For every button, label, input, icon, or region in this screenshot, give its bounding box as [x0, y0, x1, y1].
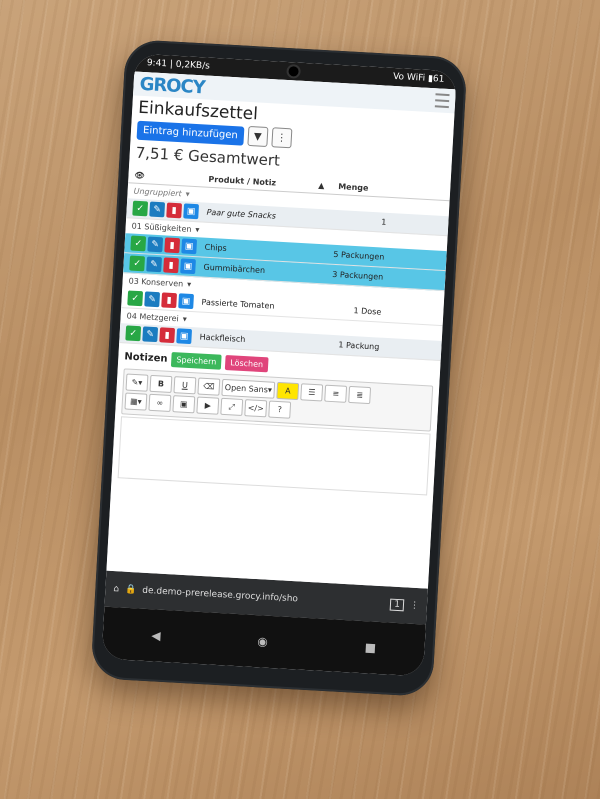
- edit-icon[interactable]: ✎: [147, 236, 164, 253]
- filter-icon[interactable]: ▼: [247, 125, 269, 147]
- lock-icon: 🔒: [124, 584, 137, 596]
- url-field[interactable]: de.demo-prerelease.grocy.info/sho: [142, 586, 385, 610]
- align-icon[interactable]: ≣: [348, 385, 372, 405]
- delete-icon[interactable]: ▮: [164, 237, 181, 254]
- ul-icon[interactable]: ☰: [300, 383, 324, 402]
- sort-icon[interactable]: ▲: [318, 181, 338, 191]
- product-name: Passierte Tomaten: [201, 297, 275, 311]
- eraser-icon[interactable]: ⌫: [197, 377, 221, 396]
- edit-icon[interactable]: ✎: [142, 326, 159, 343]
- delete-icon[interactable]: ▮: [166, 202, 183, 219]
- delete-button[interactable]: Löschen: [224, 355, 269, 373]
- menu-icon[interactable]: [434, 93, 450, 109]
- save-button[interactable]: Speichern: [171, 351, 222, 370]
- eye-icon[interactable]: 👁: [134, 171, 208, 184]
- table-icon[interactable]: ▦▾: [124, 392, 148, 411]
- tabs-button[interactable]: 1: [389, 598, 405, 612]
- check-icon[interactable]: ✓: [129, 255, 146, 272]
- grocy-logo[interactable]: GROCY: [139, 73, 205, 98]
- product-name: Paar gute Snacks: [206, 207, 277, 221]
- edit-icon[interactable]: ✎: [149, 201, 166, 218]
- font-select[interactable]: Open Sans ▾: [221, 378, 276, 399]
- status-signal: Vo WiFi ▮61: [392, 71, 445, 85]
- check-icon[interactable]: ✓: [130, 235, 147, 252]
- home-icon[interactable]: ⌂: [113, 584, 119, 594]
- row-actions: ✓ ✎ ▮ ▣: [125, 325, 200, 345]
- column-amount[interactable]: Menge: [338, 182, 398, 194]
- stock-icon[interactable]: ▣: [180, 258, 196, 275]
- signal-text: Vo WiFi: [392, 71, 426, 84]
- phone-screen: 9:41 | 0,2KB/s Vo WiFi ▮61 GROCY Einkauf…: [101, 53, 457, 677]
- color-button[interactable]: A: [276, 381, 300, 401]
- code-button[interactable]: </>: [244, 399, 268, 418]
- check-icon[interactable]: ✓: [125, 325, 142, 342]
- product-amount: 5 Packungen: [333, 249, 385, 262]
- column-product[interactable]: Produkt / Notiz: [208, 175, 318, 190]
- delete-icon[interactable]: ▮: [163, 257, 179, 274]
- home-nav-icon[interactable]: ◉: [257, 634, 268, 649]
- row-actions: ✓ ✎ ▮ ▣: [127, 290, 202, 310]
- back-icon[interactable]: ◀: [151, 628, 161, 642]
- check-icon[interactable]: ✓: [127, 290, 144, 307]
- magic-icon[interactable]: ✎▾: [125, 373, 149, 392]
- product-amount: 3 Packungen: [332, 269, 384, 282]
- fullscreen-icon[interactable]: ⤢: [220, 397, 244, 417]
- help-button[interactable]: ?: [268, 400, 292, 419]
- group-label: 03 Konserven: [128, 276, 184, 289]
- product-name: Hackfleisch: [199, 332, 246, 345]
- stock-icon[interactable]: ▣: [183, 203, 200, 220]
- underline-button[interactable]: U: [173, 376, 197, 395]
- row-actions: ✓ ✎ ▮ ▣: [132, 200, 207, 220]
- web-page: GROCY Einkaufszettel Eintrag hinzufügen …: [106, 71, 456, 589]
- product-amount: 1 Packung: [338, 340, 380, 352]
- font-label: Open Sans: [224, 383, 269, 395]
- product-name: Chips: [204, 242, 227, 253]
- stock-icon[interactable]: ▣: [181, 238, 198, 255]
- ol-icon[interactable]: ≡: [324, 384, 348, 403]
- phone: 9:41 | 0,2KB/s Vo WiFi ▮61 GROCY Einkauf…: [90, 38, 468, 698]
- edit-icon[interactable]: ✎: [144, 291, 161, 308]
- notes-title: Notizen: [124, 351, 168, 365]
- browser-menu-icon[interactable]: ⋮: [410, 601, 420, 611]
- delete-icon[interactable]: ▮: [159, 327, 176, 344]
- image-icon[interactable]: ▣: [172, 395, 196, 414]
- edit-icon[interactable]: ✎: [146, 256, 162, 273]
- recents-icon[interactable]: ■: [364, 640, 376, 655]
- group-label: 01 Süßigkeiten: [131, 221, 192, 234]
- battery-level: 61: [432, 74, 445, 85]
- check-icon[interactable]: ✓: [132, 200, 149, 217]
- product-name: Gummibärchen: [203, 262, 266, 276]
- product-amount: 1 Dose: [353, 306, 382, 317]
- more-icon[interactable]: ⋮: [271, 127, 293, 149]
- bold-button[interactable]: B: [149, 374, 173, 394]
- group-label: Ungruppiert: [133, 186, 182, 199]
- delete-icon[interactable]: ▮: [161, 292, 178, 309]
- stock-icon[interactable]: ▣: [178, 293, 194, 310]
- row-actions: ✓ ✎ ▮ ▣: [129, 255, 204, 275]
- group-label: 04 Metzgerei: [126, 311, 179, 324]
- status-time: 9:41 | 0,2KB/s: [146, 58, 211, 72]
- product-amount: 1: [380, 217, 387, 227]
- link-icon[interactable]: ∞: [148, 393, 172, 413]
- video-icon[interactable]: ▶: [196, 396, 220, 415]
- row-actions: ✓ ✎ ▮ ▣: [130, 235, 205, 255]
- stock-icon[interactable]: ▣: [176, 328, 193, 345]
